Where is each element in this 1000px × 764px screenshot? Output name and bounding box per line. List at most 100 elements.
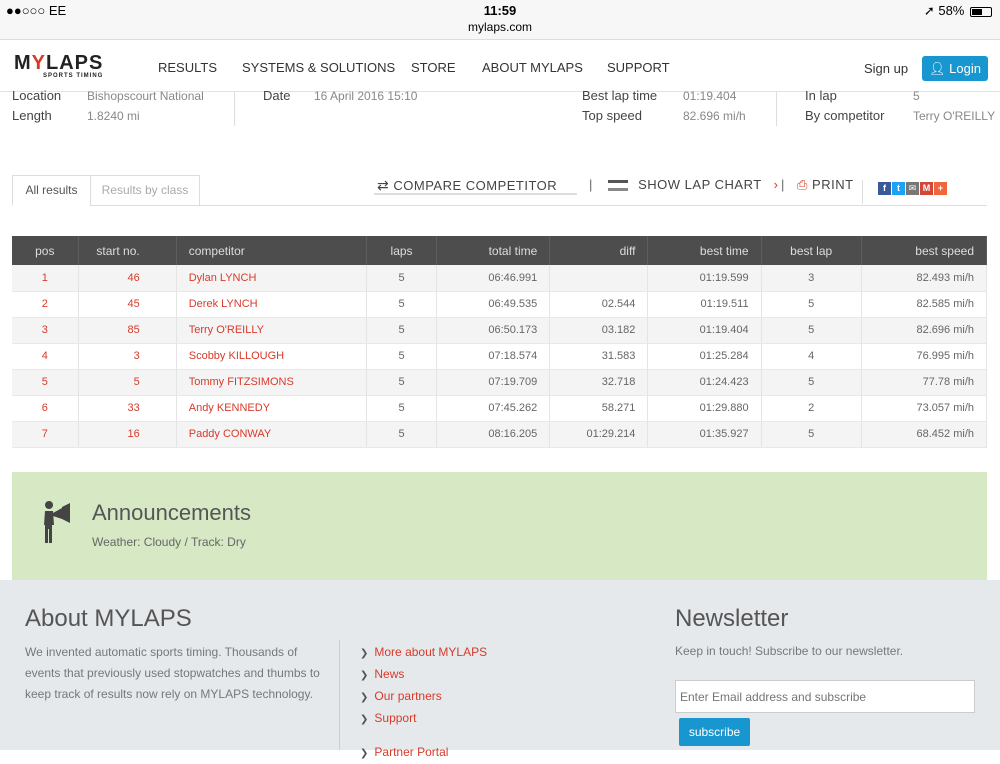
divider [862,180,863,204]
mylaps-logo[interactable]: MYLAPS SPORTS TIMING [14,52,103,79]
col-best-speed[interactable]: best speed [861,236,988,265]
footer-link-partners[interactable]: ❯ Our partners [360,686,487,708]
total-time-cell: 07:19.709 [436,369,551,396]
total-time-cell: 06:50.173 [436,317,551,344]
nav-store[interactable]: STORE [411,60,456,75]
chevron-right-icon: ❯ [360,648,369,659]
about-title: About MYLAPS [25,605,192,632]
pos-cell[interactable]: 4 [12,343,79,370]
diff-cell: 31.583 [549,343,649,370]
table-row[interactable]: 3 85 Terry O'REILLY 5 06:50.173 03.182 01:19.4… [12,317,988,344]
diff-cell: 01:29.214 [549,421,649,448]
col-start-no[interactable]: start no. [78,236,177,265]
logo-wordmark: MYLAPS [14,52,104,74]
competitor-link[interactable]: Terry O'REILLY [176,317,368,344]
start-no-cell[interactable]: 16 [78,421,177,448]
ios-status-bar: ●●○○○ EE 11:59 mylaps.com ➚ 58% [0,0,1000,40]
pos-cell[interactable]: 5 [12,369,79,396]
tab-all-results[interactable]: All results [12,175,91,206]
table-row[interactable]: 2 45 Derek LYNCH 5 06:49.535 02.544 01:19.511 5… [12,291,988,318]
facebook-share-icon[interactable]: f [878,182,891,195]
more-share-icon[interactable]: + [934,182,947,195]
chevron-right-icon: ❯ [360,670,369,681]
start-no-cell[interactable]: 33 [78,395,177,422]
diff-cell [549,265,649,292]
user-icon: 👤︎ [929,61,946,76]
best-time-cell: 01:19.511 [647,291,762,318]
best-lap-cell: 2 [761,395,862,422]
best-time-cell: 01:25.284 [647,343,762,370]
best-speed-cell: 82.696 mi/h [861,317,988,344]
login-button[interactable]: 👤︎ Login [922,56,988,81]
pos-cell[interactable]: 1 [12,265,79,292]
col-laps[interactable]: laps [366,236,438,265]
footer-link-more-about[interactable]: ❯ More about MYLAPS [360,642,487,664]
location-value: Bishopscourt National [87,89,204,103]
best-lap-cell: 5 [761,369,862,396]
start-no-cell[interactable]: 46 [78,265,177,292]
diff-cell: 02.544 [549,291,649,318]
chevron-right-icon: ❯ [360,714,369,725]
newsletter-email-input[interactable] [675,680,975,713]
col-competitor[interactable]: competitor [176,236,368,265]
table-row[interactable]: 7 16 Paddy CONWAY 5 08:16.205 01:29.214 01:35.… [12,421,988,448]
footer-link-news[interactable]: ❯ News [360,664,487,686]
chevron-right-icon: ❯ [360,692,369,703]
nav-systems-solutions[interactable]: SYSTEMS & SOLUTIONS [242,60,395,75]
start-no-cell[interactable]: 85 [78,317,177,344]
compare-competitor-button[interactable]: ⇄ COMPARE COMPETITOR [377,177,557,194]
table-row[interactable]: 1 46 Dylan LYNCH 5 06:46.991 01:19.599 3 82.493… [12,265,988,292]
by-competitor-label: By competitor [805,108,885,123]
laps-cell: 5 [366,421,438,448]
subscribe-button[interactable]: subscribe [679,718,750,746]
competitor-link[interactable]: Tommy FITZSIMONS [176,369,368,396]
pos-cell[interactable]: 2 [12,291,79,318]
table-row[interactable]: 6 33 Andy KENNEDY 5 07:45.262 58.271 01:29.880… [12,395,988,422]
top-speed-value: 82.696 mi/h [683,109,746,123]
chevron-right-icon: › [773,177,779,192]
start-no-cell[interactable]: 3 [78,343,177,370]
pos-cell[interactable]: 6 [12,395,79,422]
address-bar-url[interactable]: mylaps.com [0,20,1000,34]
competitor-link[interactable]: Dylan LYNCH [176,265,368,292]
signup-link[interactable]: Sign up [864,61,908,76]
table-row[interactable]: 5 5 Tommy FITZSIMONS 5 07:19.709 32.718 01:24.… [12,369,988,396]
col-pos[interactable]: pos [12,236,79,265]
competitor-link[interactable]: Derek LYNCH [176,291,368,318]
start-no-cell[interactable]: 45 [78,291,177,318]
footer-link-support[interactable]: ❯ Support [360,708,487,730]
competitor-link[interactable]: Scobby KILLOUGH [176,343,368,370]
best-speed-cell: 77.78 mi/h [861,369,988,396]
best-lap-cell: 3 [761,265,862,292]
tab-results-by-class[interactable]: Results by class [90,175,200,206]
competitor-link[interactable]: Paddy CONWAY [176,421,368,448]
nav-about-mylaps[interactable]: ABOUT MYLAPS [482,60,583,75]
table-row[interactable]: 4 3 Scobby KILLOUGH 5 07:18.574 31.583 01:25.2… [12,343,988,370]
nav-support[interactable]: SUPPORT [607,60,670,75]
best-lap-label: Best lap time [582,88,658,103]
footer-links: ❯ More about MYLAPS ❯ News ❯ Our partners ❯… [360,642,487,764]
by-competitor-value: Terry O'REILLY [913,109,996,123]
location-arrow-icon: ➚ [923,3,935,18]
col-best-time[interactable]: best time [647,236,762,265]
pos-cell[interactable]: 7 [12,421,79,448]
location-label: Location [12,88,62,103]
pos-cell[interactable]: 3 [12,317,79,344]
competitor-link[interactable]: Andy KENNEDY [176,395,368,422]
best-time-cell: 01:35.927 [647,421,762,448]
nav-results[interactable]: RESULTS [158,60,217,75]
col-total-time[interactable]: total time [436,236,551,265]
start-no-cell[interactable]: 5 [78,369,177,396]
show-lap-chart-button[interactable]: SHOW LAP CHART › [608,177,778,192]
gmail-share-icon[interactable]: M [920,182,933,195]
print-button[interactable]: ⎙ PRINT [797,177,854,193]
twitter-share-icon[interactable]: t [892,182,905,195]
footer-link-partner-portal[interactable]: ❯ Partner Portal [360,742,487,764]
col-diff[interactable]: diff [549,236,649,265]
footer: About MYLAPS We invented automatic sport… [0,580,1000,759]
best-speed-cell: 82.585 mi/h [861,291,988,318]
laps-cell: 5 [366,265,438,292]
col-best-lap[interactable]: best lap [761,236,862,265]
battery-status: ➚ 58% [924,3,992,19]
email-share-icon[interactable]: ✉ [906,182,919,195]
